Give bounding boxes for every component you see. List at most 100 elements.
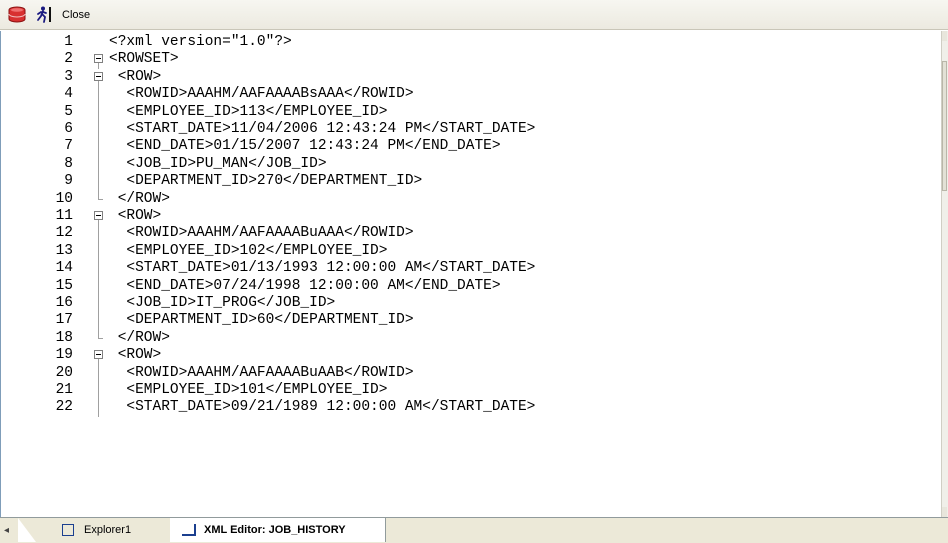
fold-gutter xyxy=(93,86,107,104)
code-line[interactable]: 19 <ROW> xyxy=(1,347,941,366)
code-line[interactable]: 14 <START_DATE>01/13/1993 12:00:00 AM</S… xyxy=(1,260,941,278)
line-number: 7 xyxy=(64,138,73,155)
code-text: <EMPLOYEE_ID>101</EMPLOYEE_ID> xyxy=(109,382,388,398)
code-text: <?xml version="1.0"?> xyxy=(109,34,292,50)
fold-gutter xyxy=(93,103,107,121)
tab-xml-editor[interactable]: XML Editor: JOB_HISTORY xyxy=(170,518,386,542)
fold-line xyxy=(98,86,99,104)
line-number: 11 xyxy=(55,208,73,224)
code-line[interactable]: 22 <START_DATE>09/21/1989 12:00:00 AM</S… xyxy=(1,399,941,417)
line-number: 18 xyxy=(55,329,73,346)
fold-line xyxy=(98,155,99,174)
close-button[interactable]: Close xyxy=(62,9,90,21)
line-number: 9 xyxy=(64,173,73,190)
code-line[interactable]: 9 <DEPARTMENT_ID>270</DEPARTMENT_ID> xyxy=(1,173,941,191)
fold-line xyxy=(98,312,99,330)
code-line[interactable]: 10 </ROW> xyxy=(1,190,941,208)
fold-gutter xyxy=(93,121,107,139)
code-line[interactable]: 12 <ROWID>AAAHM/AAFAAAABuAAA</ROWID> xyxy=(1,225,941,243)
fold-gutter[interactable] xyxy=(93,347,107,366)
line-number: 20 xyxy=(55,364,73,381)
code-line[interactable]: 5 <EMPLOYEE_ID>113</EMPLOYEE_ID> xyxy=(1,103,941,121)
tab-label: Explorer1 xyxy=(84,524,132,536)
line-number: 4 xyxy=(64,86,73,103)
code-text: <ROWID>AAAHM/AAFAAAABuAAA</ROWID> xyxy=(109,225,414,242)
fold-line xyxy=(98,399,99,417)
code-line[interactable]: 8 <JOB_ID>PU_MAN</JOB_ID> xyxy=(1,155,941,174)
code-text: <EMPLOYEE_ID>102</EMPLOYEE_ID> xyxy=(109,242,388,259)
code-text: <DEPARTMENT_ID>60</DEPARTMENT_ID> xyxy=(109,312,414,329)
collapse-icon[interactable] xyxy=(94,350,103,360)
line-number: 17 xyxy=(55,312,73,329)
fold-line xyxy=(98,260,99,278)
code-line[interactable]: 6 <START_DATE>11/04/2006 12:43:24 PM</ST… xyxy=(1,121,941,139)
tab-explorer[interactable]: Explorer1 xyxy=(36,518,166,542)
tab-scroll-left-icon[interactable]: ◂ xyxy=(4,525,14,537)
code-line[interactable]: 3 <ROW> xyxy=(1,68,941,87)
code-text: <ROWID>AAAHM/AAFAAAABuAAB</ROWID> xyxy=(109,364,414,381)
fold-line xyxy=(98,242,99,261)
line-number: 14 xyxy=(55,260,73,277)
code-line[interactable]: 17 <DEPARTMENT_ID>60</DEPARTMENT_ID> xyxy=(1,312,941,330)
code-line[interactable]: 15 <END_DATE>07/24/1998 12:00:00 AM</END… xyxy=(1,277,941,295)
line-number: 3 xyxy=(64,68,73,85)
code-text: <END_DATE>01/15/2007 12:43:24 PM</END_DA… xyxy=(109,138,501,155)
fold-gutter xyxy=(93,260,107,278)
fold-line xyxy=(98,277,99,295)
fold-line xyxy=(98,382,99,400)
scrollbar-thumb[interactable] xyxy=(942,61,947,191)
window-icon xyxy=(62,524,74,536)
code-line[interactable]: 4 <ROWID>AAAHM/AAFAAAABsAAA</ROWID> xyxy=(1,86,941,104)
fold-gutter xyxy=(93,382,107,400)
code-line[interactable]: 7 <END_DATE>01/15/2007 12:43:24 PM</END_… xyxy=(1,138,941,156)
fold-gutter xyxy=(93,190,107,208)
code-line[interactable]: 20 <ROWID>AAAHM/AAFAAAABuAAB</ROWID> xyxy=(1,364,941,382)
code-line[interactable]: 21 <EMPLOYEE_ID>101</EMPLOYEE_ID> xyxy=(1,382,941,400)
database-icon[interactable] xyxy=(6,4,28,26)
code-text: <ROWSET> xyxy=(109,51,179,68)
fold-gutter xyxy=(93,225,107,243)
editor-window-icon xyxy=(182,524,196,536)
scroll-down-button[interactable] xyxy=(942,507,947,517)
code-text: <ROWID>AAAHM/AAFAAAABsAAA</ROWID> xyxy=(109,86,414,103)
fold-gutter xyxy=(93,312,107,330)
fold-gutter[interactable] xyxy=(93,51,107,70)
toolbar: Close xyxy=(0,0,948,30)
line-number: 8 xyxy=(64,155,73,172)
code-text: <JOB_ID>IT_PROG</JOB_ID> xyxy=(109,295,336,311)
code-text: </ROW> xyxy=(109,190,170,207)
fold-line xyxy=(98,103,99,121)
code-text: <ROW> xyxy=(109,208,162,224)
code-text: <EMPLOYEE_ID>113</EMPLOYEE_ID> xyxy=(109,103,388,120)
code-line[interactable]: 16 <JOB_ID>IT_PROG</JOB_ID> xyxy=(1,295,941,313)
xml-editor[interactable]: 1 <?xml version="1.0"?> 2 <ROWSET> 3 <ROW> 4 … xyxy=(0,31,948,517)
code-line[interactable]: 2 <ROWSET> xyxy=(1,51,941,70)
fold-gutter[interactable] xyxy=(93,208,107,226)
line-number: 2 xyxy=(64,51,73,68)
line-number: 21 xyxy=(55,382,73,398)
line-number: 1 xyxy=(64,34,73,50)
collapse-icon[interactable] xyxy=(94,211,103,220)
code-line[interactable]: 13 <EMPLOYEE_ID>102</EMPLOYEE_ID> xyxy=(1,242,941,261)
fold-gutter[interactable] xyxy=(93,69,107,87)
code-line[interactable]: 1 <?xml version="1.0"?> xyxy=(1,34,941,51)
collapse-icon[interactable] xyxy=(94,71,103,81)
fold-gutter xyxy=(93,155,107,174)
code-line[interactable]: 18 </ROW> xyxy=(1,329,941,347)
fold-end-line xyxy=(98,329,103,339)
fold-gutter xyxy=(93,34,107,51)
fold-line xyxy=(98,364,99,382)
code-text: <DEPARTMENT_ID>270</DEPARTMENT_ID> xyxy=(109,173,423,190)
fold-end-line xyxy=(98,190,103,200)
line-number: 15 xyxy=(55,277,73,294)
scroll-up-button[interactable] xyxy=(942,31,947,41)
runner-icon[interactable] xyxy=(34,4,56,26)
fold-gutter xyxy=(93,295,107,313)
collapse-icon[interactable] xyxy=(94,54,103,64)
line-number: 13 xyxy=(55,242,73,259)
fold-gutter xyxy=(93,242,107,261)
vertical-scrollbar[interactable] xyxy=(941,31,948,517)
code-text: <START_DATE>09/21/1989 12:00:00 AM</STAR… xyxy=(109,399,536,416)
code-text: <END_DATE>07/24/1998 12:00:00 AM</END_DA… xyxy=(109,277,501,294)
code-line[interactable]: 11 <ROW> xyxy=(1,208,941,226)
